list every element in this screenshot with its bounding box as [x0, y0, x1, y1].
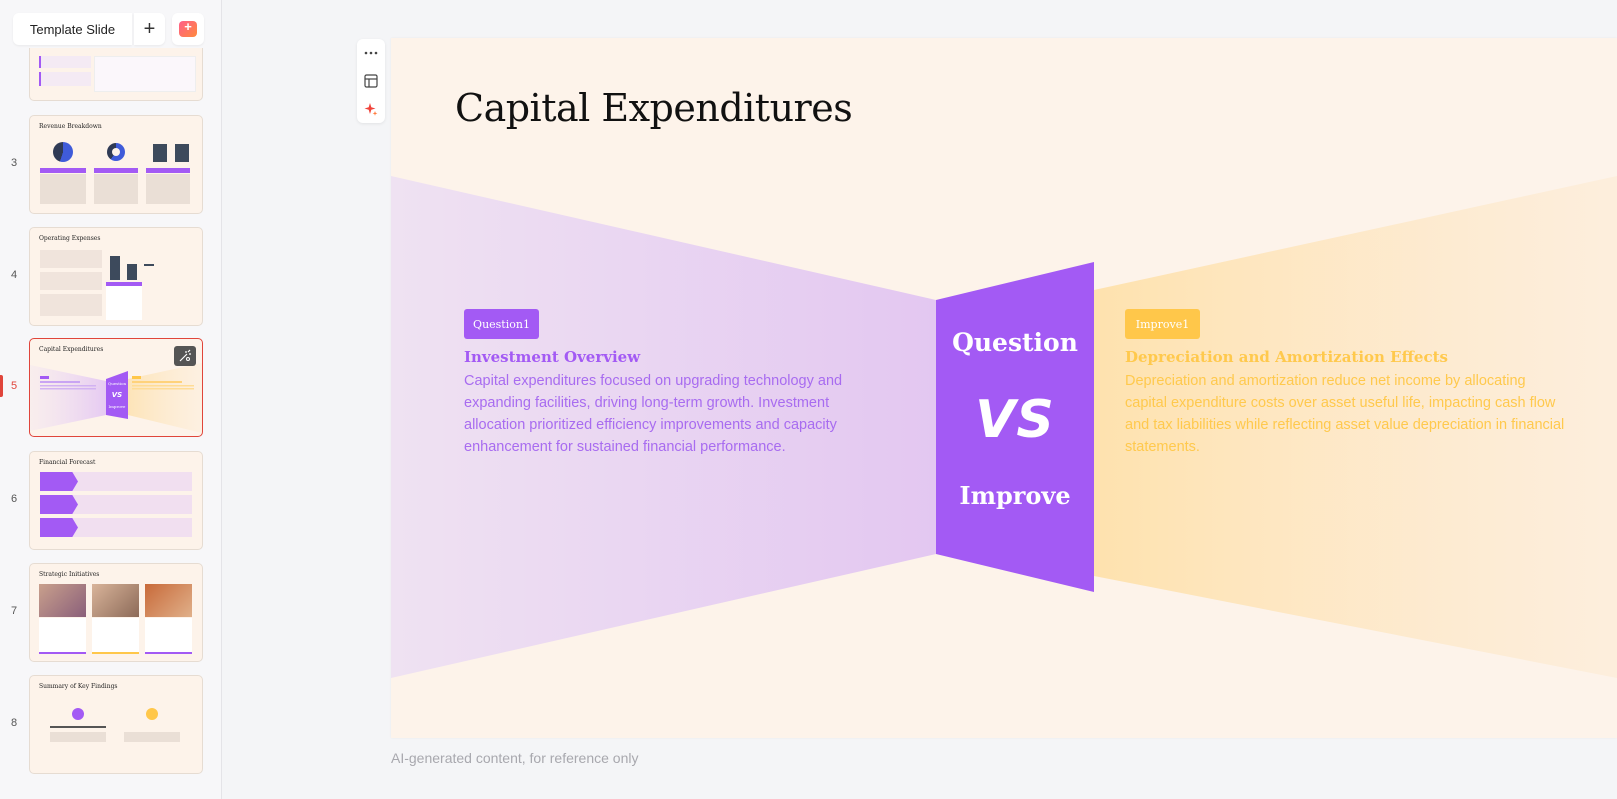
thumb-number: 7 [10, 605, 18, 617]
left-body: Capital expenditures focused on upgradin… [464, 373, 843, 455]
left-badge: Question1 [464, 309, 539, 339]
slide-toolbar [357, 39, 385, 123]
thumb-title: Revenue Breakdown [39, 123, 102, 130]
slide-title: Capital Expenditures [455, 86, 853, 130]
slide-thumb-3[interactable]: Revenue Breakdown [29, 115, 203, 214]
slide-thumb-4[interactable]: Operating Expenses [29, 227, 203, 326]
thumb-number: 3 [10, 157, 18, 169]
right-heading: Depreciation and Amortization Effects [1125, 348, 1448, 366]
center-top-label: Question [952, 328, 1078, 357]
right-body: Depreciation and amortization reduce net… [1125, 373, 1565, 455]
svg-text:VS: VS [112, 391, 122, 399]
slide-thumb-7[interactable]: Strategic Initiatives [29, 563, 203, 662]
thumb-number: 8 [10, 717, 18, 729]
thumb-title: Strategic Initiatives [39, 571, 100, 578]
svg-text:Question: Question [108, 381, 127, 386]
sparkle-icon[interactable] [361, 99, 381, 119]
ai-generate-button[interactable] [172, 13, 204, 45]
slide-canvas[interactable]: Capital Expenditures Question1 Investmen… [391, 38, 1617, 738]
slide-thumb-5[interactable]: Capital Expenditures Question VS Improve [29, 338, 203, 437]
magic-edit-icon[interactable] [174, 346, 196, 366]
vs-label: VS [975, 390, 1055, 450]
thumb-number: 6 [10, 493, 18, 505]
ai-add-icon [179, 19, 197, 37]
slide-thumb-6[interactable]: Financial Forecast [29, 451, 203, 550]
add-slide-button[interactable]: + [134, 13, 165, 45]
layout-icon[interactable] [361, 71, 381, 91]
template-slide-button[interactable]: Template Slide [13, 13, 132, 45]
right-badge: Improve1 [1125, 309, 1200, 339]
thumb-title: Financial Forecast [39, 459, 96, 466]
thumb-number: 5 [10, 380, 18, 392]
more-icon[interactable] [361, 43, 381, 63]
left-heading: Investment Overview [464, 348, 641, 366]
center-bottom-label: Improve [959, 481, 1071, 510]
svg-text:Improve: Improve [109, 404, 127, 409]
slide-thumb-8[interactable]: Summary of Key Findings [29, 675, 203, 774]
thumb-number: 4 [10, 269, 18, 281]
ai-disclaimer: AI-generated content, for reference only [391, 750, 639, 766]
slide-thumb-2[interactable] [29, 48, 203, 101]
thumb-title: Operating Expenses [39, 235, 101, 242]
thumb-title: Summary of Key Findings [39, 683, 118, 690]
slide-sidebar: Template Slide + 3 Revenue Breakdown 4 O… [0, 0, 222, 799]
